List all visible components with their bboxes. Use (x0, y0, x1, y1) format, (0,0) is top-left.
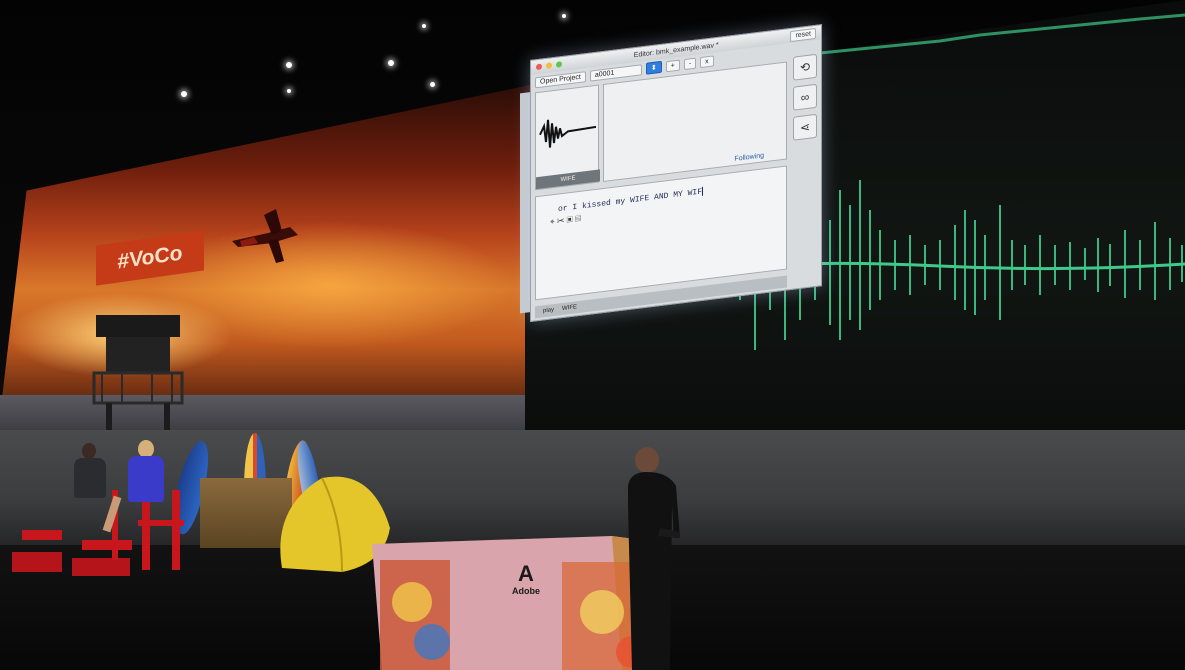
open-project-button[interactable]: Open Project (535, 70, 586, 88)
ceiling-light (181, 91, 187, 97)
status-clip-name: WIFE (562, 304, 578, 313)
remove-button[interactable]: - (683, 57, 697, 70)
ceiling-light (430, 82, 435, 87)
text-cursor (702, 186, 704, 196)
word-tools-icon[interactable]: ⌖ ✂ ▣ ▤ (550, 214, 581, 228)
share-icon[interactable]: ⋖ (793, 113, 817, 141)
lifeguard-tower (92, 315, 184, 435)
ceiling-light (287, 89, 291, 93)
panelist-female (128, 456, 164, 502)
panelist-male (74, 458, 106, 498)
adobe-logo: A Adobe (508, 562, 544, 612)
project-dropdown-icon[interactable]: ⬍ (645, 60, 662, 75)
ceiling-light (286, 62, 292, 68)
zoom-icon[interactable] (556, 61, 562, 68)
biplane-icon (232, 209, 298, 263)
clip-panel[interactable]: WIFE (535, 84, 600, 191)
transcript-text[interactable]: or I kissed my WIFE AND MY WIF (558, 186, 704, 215)
close-icon[interactable] (536, 63, 542, 71)
preview-panel: Following (603, 61, 787, 183)
side-tools: ⟲ ∞ ⋖ (791, 53, 819, 141)
project-field[interactable]: a0001 (589, 63, 642, 82)
add-button[interactable]: + (665, 59, 680, 72)
delete-button[interactable]: x (700, 54, 714, 68)
glasses-icon[interactable]: ∞ (793, 83, 817, 111)
clip-waveform (539, 119, 597, 148)
clip-label: WIFE (536, 169, 600, 190)
adobe-logo-icon: A (518, 561, 534, 586)
ceiling-light (562, 14, 566, 18)
ceiling-light (422, 24, 426, 28)
sea-horizon (0, 395, 530, 435)
minimize-icon[interactable] (546, 62, 552, 70)
replace-icon[interactable]: ⟲ (793, 53, 817, 81)
transcript-content: or I kissed my WIFE AND MY WIF (558, 187, 703, 215)
voco-editor-window[interactable]: Editor: bmk_example.wav * reset Open Pro… (530, 24, 822, 322)
presenter (628, 447, 680, 670)
editor-body: WIFE Following or I kissed my WIFE AND M… (535, 61, 787, 314)
play-button[interactable]: play (543, 307, 554, 314)
adobe-wordmark: Adobe (512, 586, 540, 596)
top-waveform-strip (820, 13, 1185, 55)
ceiling-light (388, 60, 394, 66)
panelist-head (82, 443, 96, 459)
stage-scene: #VoCo Editor: bmk_example.wav * reset Op… (0, 0, 1185, 670)
following-label: Following (734, 152, 764, 163)
